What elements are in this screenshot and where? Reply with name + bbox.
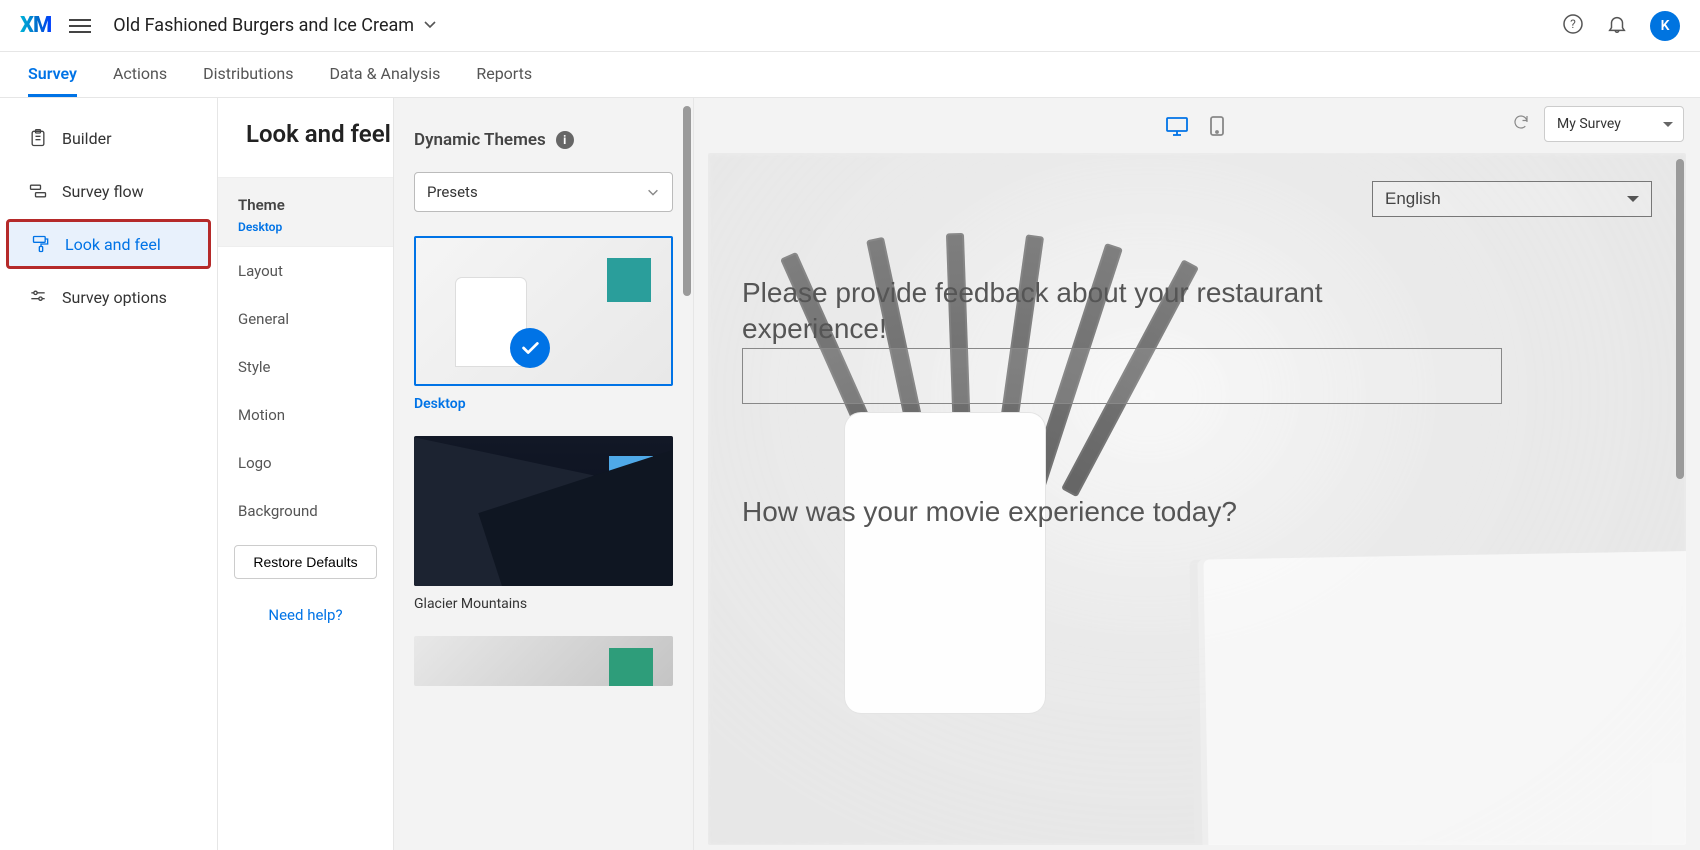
settings-group-title: Theme xyxy=(238,196,373,214)
preview-scrollbar[interactable] xyxy=(1676,159,1684,479)
theme-label: Glacier Mountains xyxy=(414,596,673,612)
flow-icon xyxy=(28,181,48,201)
theme-card-glacier-mountains[interactable] xyxy=(414,436,673,586)
sidebar-item-builder[interactable]: Builder xyxy=(6,113,211,163)
sidebar-item-label: Look and feel xyxy=(65,235,161,254)
themes-panel-title: Dynamic Themes xyxy=(414,130,546,150)
chevron-down-icon xyxy=(646,185,660,199)
settings-item-layout[interactable]: Layout xyxy=(218,247,393,295)
theme-label: Desktop xyxy=(414,396,673,412)
menu-icon[interactable] xyxy=(69,15,91,37)
settings-item-general[interactable]: General xyxy=(218,295,393,343)
sidebar-item-label: Builder xyxy=(62,129,112,148)
survey-selector-value: My Survey xyxy=(1557,116,1621,132)
question-2-text: How was your movie experience today? xyxy=(742,494,1462,530)
survey-selector[interactable]: My Survey xyxy=(1544,106,1684,142)
look-settings-sidebar: Theme Desktop Layout General Style Motio… xyxy=(218,98,394,850)
tab-distributions[interactable]: Distributions xyxy=(203,52,293,97)
presets-select-value: Presets xyxy=(427,183,478,201)
tab-data-analysis[interactable]: Data & Analysis xyxy=(329,52,440,97)
mobile-preview-icon[interactable] xyxy=(1204,115,1230,137)
theme-card-desktop[interactable] xyxy=(414,236,673,386)
sidebar-item-look-and-feel[interactable]: Look and feel xyxy=(6,219,211,269)
check-icon xyxy=(510,328,550,368)
survey-sidebar: Builder Survey flow Look and feel Survey… xyxy=(0,98,218,850)
settings-item-style[interactable]: Style xyxy=(218,343,393,391)
presets-select[interactable]: Presets xyxy=(414,172,673,212)
paint-icon xyxy=(31,234,51,254)
sidebar-item-survey-options[interactable]: Survey options xyxy=(6,272,211,322)
settings-group-subtitle: Desktop xyxy=(238,220,373,234)
svg-text:?: ? xyxy=(1570,17,1576,31)
info-icon[interactable]: i xyxy=(556,131,574,149)
help-icon[interactable]: ? xyxy=(1562,13,1584,39)
tab-actions[interactable]: Actions xyxy=(113,52,167,97)
bell-icon[interactable] xyxy=(1606,13,1628,39)
question-1-text: Please provide feedback about your resta… xyxy=(742,275,1462,348)
themes-panel: Dynamic Themes i Presets Desktop xyxy=(394,98,694,850)
themes-scrollbar[interactable] xyxy=(683,106,691,296)
language-select-value: English xyxy=(1385,189,1441,209)
preview-canvas: English Please provide feedback about yo… xyxy=(708,153,1686,845)
sidebar-item-label: Survey options xyxy=(62,288,167,307)
top-bar: XM Old Fashioned Burgers and Ice Cream ?… xyxy=(0,0,1700,52)
theme-swatch xyxy=(609,648,653,686)
main-tabs: Survey Actions Distributions Data & Anal… xyxy=(0,52,1700,98)
settings-item-motion[interactable]: Motion xyxy=(218,391,393,439)
desktop-preview-icon[interactable] xyxy=(1164,115,1190,137)
refresh-icon[interactable] xyxy=(1512,113,1530,135)
restore-defaults-button[interactable]: Restore Defaults xyxy=(234,545,377,579)
project-name[interactable]: Old Fashioned Burgers and Ice Cream xyxy=(113,15,414,36)
chevron-down-icon[interactable] xyxy=(422,16,438,36)
sidebar-item-survey-flow[interactable]: Survey flow xyxy=(6,166,211,216)
settings-item-logo[interactable]: Logo xyxy=(218,439,393,487)
clipboard-icon xyxy=(28,128,48,148)
page-title: Look and feel xyxy=(246,120,391,148)
theme-swatch xyxy=(607,258,651,302)
preview-panel: My Survey English Please provide feedbac… xyxy=(694,98,1700,850)
language-select[interactable]: English xyxy=(1372,181,1652,217)
settings-group-theme[interactable]: Theme Desktop xyxy=(218,178,393,247)
settings-item-background[interactable]: Background xyxy=(218,487,393,535)
question-1-input[interactable] xyxy=(742,348,1502,404)
sliders-icon xyxy=(28,287,48,307)
sidebar-item-label: Survey flow xyxy=(62,182,144,201)
avatar[interactable]: K xyxy=(1650,11,1680,41)
tab-survey[interactable]: Survey xyxy=(28,52,77,97)
theme-card-third[interactable] xyxy=(414,636,673,686)
theme-swatch xyxy=(609,456,653,500)
need-help-link[interactable]: Need help? xyxy=(268,606,342,624)
tab-reports[interactable]: Reports xyxy=(476,52,532,97)
logo: XM xyxy=(20,13,51,38)
